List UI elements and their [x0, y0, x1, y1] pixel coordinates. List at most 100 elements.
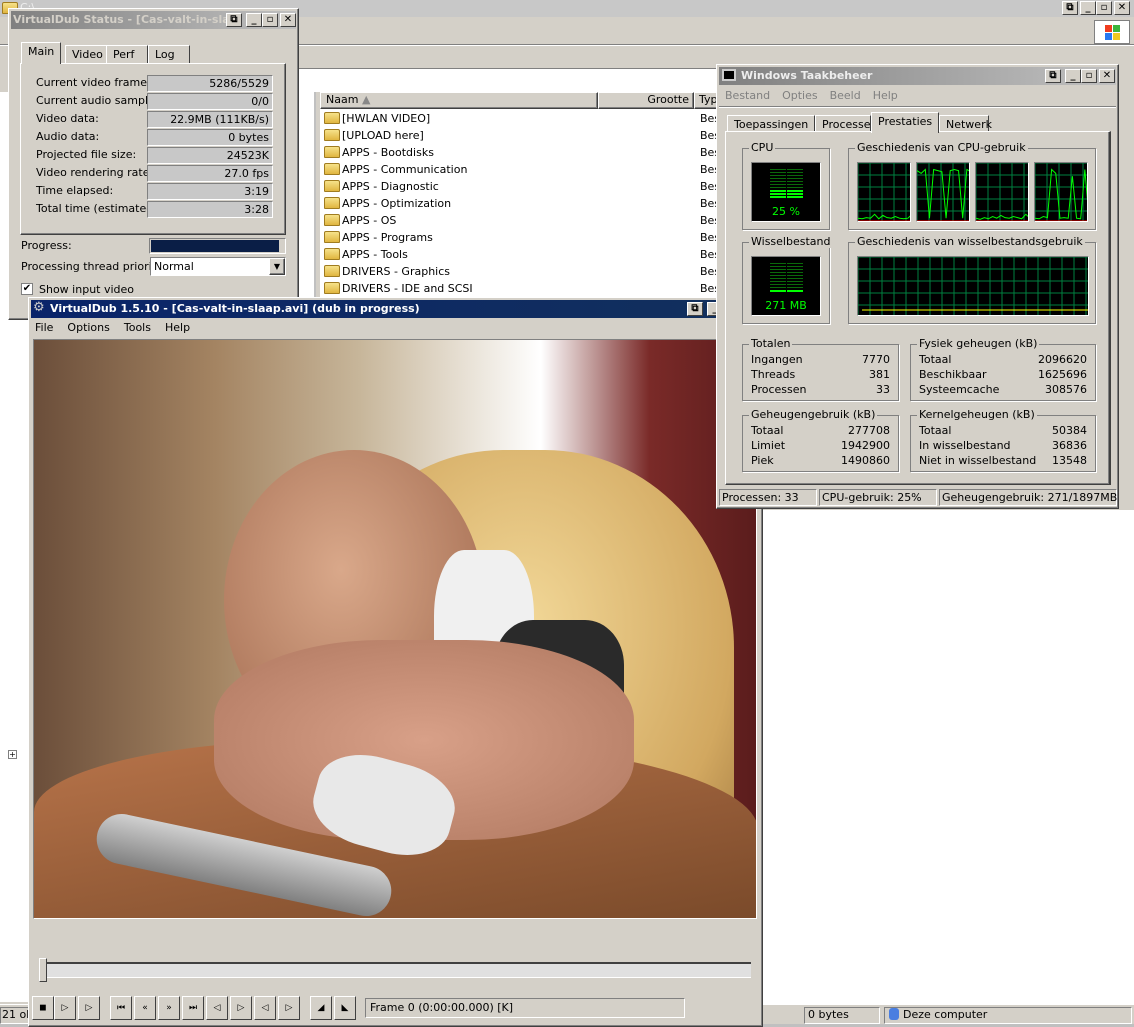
taskmgr-status-2: Geheugengebruik: 271/1897MB	[939, 489, 1117, 506]
field-value: 24523K	[147, 147, 273, 164]
mark-out-button[interactable]: ◣	[334, 996, 356, 1020]
field-value: 0/0	[147, 93, 273, 110]
stats-row: Niet in wisselbestand 13548	[919, 454, 1087, 467]
folder-icon	[324, 197, 340, 209]
menu-tools[interactable]: Tools	[124, 321, 151, 334]
field-value: 27.0 fps	[147, 165, 273, 182]
trackbar-thumb[interactable]	[39, 958, 47, 982]
maximize-button[interactable]: ▫	[1081, 69, 1097, 83]
go-start-button[interactable]: ⏮	[110, 996, 132, 1020]
taskmgr-status-1: CPU-gebruik: 25%	[819, 489, 937, 506]
stats-row: Ingangen 7770	[751, 353, 890, 366]
step-back-button[interactable]: «	[134, 996, 156, 1020]
menu-help[interactable]: Help	[165, 321, 190, 334]
right-pane	[762, 510, 1134, 1004]
folder-list-item[interactable]: DRIVERS - Graphics Bes	[324, 263, 720, 280]
maximize-button[interactable]: ▫	[262, 13, 278, 27]
show-input-label: Show input video	[39, 283, 135, 296]
cpu-core-graph	[916, 162, 970, 222]
menu-file[interactable]: File	[35, 321, 53, 334]
field-value: 0 bytes	[147, 129, 273, 146]
folder-list-item[interactable]: APPS - Communication Bes	[324, 161, 720, 178]
address-bar[interactable]	[290, 68, 720, 92]
stats-row: Totaal 2096620	[919, 353, 1087, 366]
restore-button[interactable]: ⧉	[687, 302, 703, 316]
column-size[interactable]: Grootte	[598, 92, 694, 109]
tab-video[interactable]: Video	[65, 45, 110, 64]
taskmgr-menubar: Bestand Opties Beeld Help	[725, 89, 898, 102]
close-button[interactable]: ✕	[1114, 1, 1130, 15]
gear-icon: ⚙	[33, 300, 45, 315]
chevron-down-icon[interactable]: ▼	[269, 258, 285, 275]
folder-list-item[interactable]: APPS - OS Bes	[324, 212, 720, 229]
folder-list-item[interactable]: [UPLOAD here] Bes	[324, 127, 720, 144]
menu-beeld[interactable]: Beeld	[830, 89, 861, 102]
folder-list-item[interactable]: DRIVERS - IDE and SCSI Bes	[324, 280, 720, 297]
tab-log[interactable]: Log	[148, 45, 190, 64]
minimize-button[interactable]: _	[1080, 1, 1096, 15]
field-label: Total time (estimated):	[36, 202, 162, 215]
prev-key-button[interactable]: ◁	[206, 996, 228, 1020]
folder-icon	[324, 146, 340, 158]
cpu-line	[976, 213, 1028, 220]
maximize-button[interactable]: ▫	[1096, 1, 1112, 15]
position-trackbar[interactable]	[43, 962, 751, 978]
folder-icon	[324, 129, 340, 141]
stats-row: Totaal 277708	[751, 424, 890, 437]
field-value: 5286/5529	[147, 75, 273, 92]
folder-icon	[324, 231, 340, 243]
mark-in-button[interactable]: ◢	[310, 996, 332, 1020]
field-value: 22.9MB (111KB/s)	[147, 111, 273, 128]
stats-group: Kernelgeheugen (kB) Totaal 50384 In wisselb…	[910, 408, 1096, 472]
folder-list-item[interactable]: [HWLAN VIDEO] Bes	[324, 110, 720, 127]
tab-panel: Current video frame: 5286/5529 Current aud…	[20, 63, 286, 235]
minimize-button[interactable]: _	[246, 13, 262, 27]
folder-list-item[interactable]: APPS - Diagnostic Bes	[324, 178, 720, 195]
folder-list-item[interactable]: APPS - Optimization Bes	[324, 195, 720, 212]
close-button[interactable]: ✕	[1099, 69, 1115, 83]
folder-list-item[interactable]: APPS - Programs Bes	[324, 229, 720, 246]
folder-icon	[324, 180, 340, 192]
stop-button[interactable]: ◼	[32, 996, 54, 1020]
folder-icon	[324, 112, 340, 124]
cpu-meter: 25 %	[751, 162, 821, 222]
tab-prestaties[interactable]: Prestaties	[871, 112, 939, 133]
stats-row: Piek 1490860	[751, 454, 890, 467]
go-end-button[interactable]: ⏭	[182, 996, 204, 1020]
taskmgr-status-0: Processen: 33	[719, 489, 817, 506]
play-output-button[interactable]: ▷	[78, 996, 100, 1020]
prev-scene-button[interactable]: ◁	[254, 996, 276, 1020]
field-label: Time elapsed:	[36, 184, 114, 197]
menu-bestand[interactable]: Bestand	[725, 89, 770, 102]
stats-row: Beschikbaar 1625696	[919, 368, 1087, 381]
tab-main[interactable]: Main	[21, 42, 62, 64]
restore-button[interactable]: ⧉	[1062, 1, 1078, 15]
next-key-button[interactable]: ▷	[230, 996, 252, 1020]
field-label: Video rendering rate:	[36, 166, 154, 179]
stats-row: Totaal 50384	[919, 424, 1087, 437]
close-button[interactable]: ✕	[280, 13, 296, 27]
restore-button[interactable]: ⧉	[226, 13, 242, 27]
minimize-button[interactable]: _	[1065, 69, 1081, 83]
stats-row: Limiet 1942900	[751, 439, 890, 452]
tab-perf[interactable]: Perf	[106, 45, 148, 64]
cpu-history-group: Geschiedenis van CPU-gebruik	[848, 141, 1096, 230]
folder-list-item[interactable]: APPS - Tools Bes	[324, 246, 720, 263]
restore-button[interactable]: ⧉	[1045, 69, 1061, 83]
menu-help[interactable]: Help	[873, 89, 898, 102]
menu-options[interactable]: Options	[67, 321, 109, 334]
taskmanager-window: Windows Taakbeheer ⧉ _ ▫ ✕ Bestand Opties…	[716, 64, 1119, 509]
stats-group: Totalen Ingangen 7770 Threads 381 Processen 33	[742, 337, 899, 401]
step-forward-button[interactable]: »	[158, 996, 180, 1020]
video-frame	[33, 339, 757, 919]
play-input-button[interactable]: ▷	[54, 996, 76, 1020]
tree-expand-icon[interactable]: +	[8, 750, 17, 759]
folder-list-item[interactable]: APPS - Bootdisks Bes	[324, 144, 720, 161]
column-name[interactable]: Naam ▲	[320, 92, 598, 109]
performance-panel: CPU 25 % Geschiedenis van CPU-gebruik Wi…	[725, 131, 1111, 485]
menu-opties[interactable]: Opties	[782, 89, 818, 102]
priority-select[interactable]: Normal ▼	[150, 257, 286, 276]
next-scene-button[interactable]: ▷	[278, 996, 300, 1020]
show-input-checkbox[interactable]: ✔	[21, 283, 33, 295]
taskmgr-title: Windows Taakbeheer	[741, 69, 873, 82]
